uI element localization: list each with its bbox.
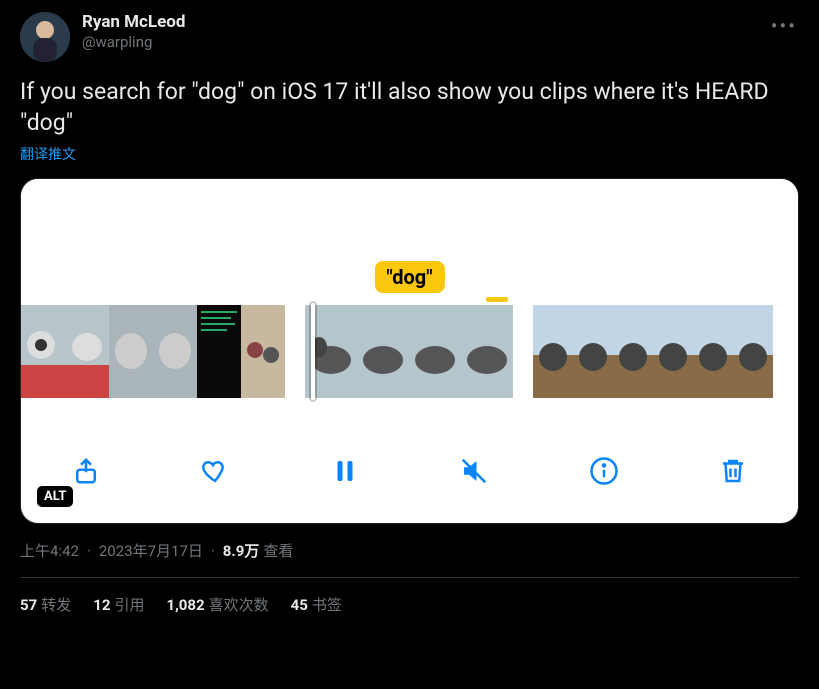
mute-icon[interactable] <box>454 451 494 491</box>
media-toolbar <box>21 441 798 501</box>
thumbnail <box>733 305 773 398</box>
thumbnail <box>153 305 197 398</box>
clip-group-3 <box>533 305 773 398</box>
tweet: Ryan McLeod @warpling ••• If you search … <box>0 0 819 627</box>
caption-chip: "dog" <box>374 261 444 293</box>
tweet-meta: 上午4:42 2023年7月17日 8.9万 查看 <box>20 540 799 578</box>
thumbnail <box>109 305 153 398</box>
stat-bookmarks[interactable]: 45书签 <box>291 594 342 615</box>
more-icon[interactable]: ••• <box>771 14 797 38</box>
playhead[interactable] <box>311 303 315 400</box>
trash-icon[interactable] <box>713 451 753 491</box>
tweet-header: Ryan McLeod @warpling <box>20 12 799 62</box>
stat-retweets[interactable]: 57转发 <box>20 594 71 615</box>
stat-quotes[interactable]: 12引用 <box>93 594 144 615</box>
thumbnail <box>693 305 733 398</box>
thumbnail <box>653 305 693 398</box>
caption-marker <box>486 297 508 302</box>
thumbnail <box>197 305 241 398</box>
stat-likes[interactable]: 1,082喜欢次数 <box>166 594 268 615</box>
thumbnail <box>461 305 513 398</box>
thumbnail <box>533 305 573 398</box>
thumbnail <box>65 305 109 398</box>
display-name: Ryan McLeod <box>82 12 185 33</box>
alt-badge[interactable]: ALT <box>37 486 73 507</box>
thumbnail <box>613 305 653 398</box>
views-count: 8.9万 <box>223 540 260 561</box>
clip-group-2 <box>305 305 513 398</box>
heart-icon[interactable] <box>195 451 235 491</box>
tweet-text: If you search for "dog" on iOS 17 it'll … <box>20 76 799 138</box>
avatar[interactable] <box>20 12 70 62</box>
handle: @warpling <box>82 33 185 52</box>
video-timeline[interactable] <box>21 305 798 398</box>
author-names[interactable]: Ryan McLeod @warpling <box>82 12 185 52</box>
thumbnail <box>357 305 409 398</box>
thumbnail <box>573 305 613 398</box>
tweet-stats: 57转发 12引用 1,082喜欢次数 45书签 <box>20 578 799 615</box>
separator-dot <box>83 542 95 560</box>
translate-link[interactable]: 翻译推文 <box>20 144 76 164</box>
share-icon[interactable] <box>66 451 106 491</box>
info-icon[interactable] <box>584 451 624 491</box>
pause-icon[interactable] <box>325 451 365 491</box>
thumbnail <box>21 305 65 398</box>
tweet-date[interactable]: 2023年7月17日 <box>99 540 203 561</box>
thumbnail <box>241 305 285 398</box>
attached-media[interactable]: "dog" <box>20 178 799 524</box>
views-label: 查看 <box>263 540 293 561</box>
tweet-time[interactable]: 上午4:42 <box>20 540 79 561</box>
clip-group-1 <box>21 305 285 398</box>
separator-dot <box>207 542 219 560</box>
thumbnail <box>409 305 461 398</box>
